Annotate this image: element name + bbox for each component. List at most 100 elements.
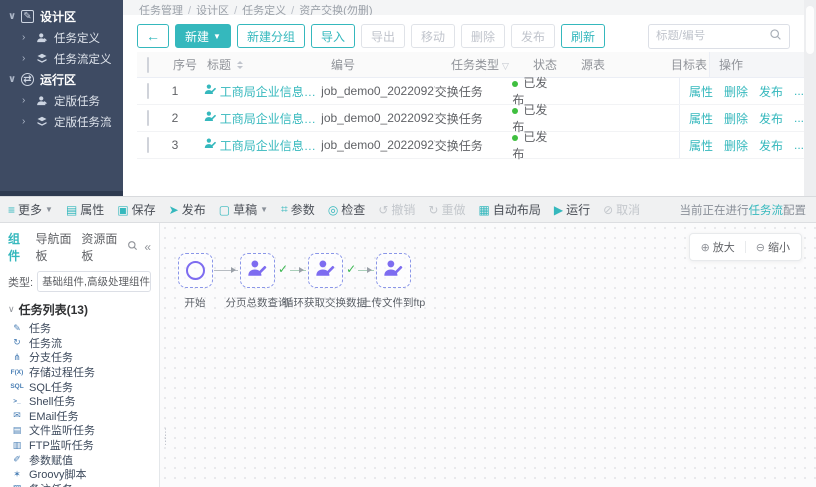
flow-node-start[interactable]: 开始 [176, 253, 214, 288]
task-table: 序号 标题 编号 任务类型▽ 状态 源表 目标表 操作 1 [137, 52, 804, 196]
search-icon[interactable] [769, 28, 782, 44]
component-item-branch[interactable]: ⋔分支任务 [0, 350, 159, 365]
component-item-taskflow[interactable]: ↻任务流 [0, 336, 159, 351]
task-icon [204, 83, 217, 99]
sidebar-item-taskflow-definition[interactable]: › 任务流定义 [0, 48, 123, 69]
flow-edge [214, 253, 238, 288]
task-title-link[interactable]: 工商局企业信息表_demo0_2... [220, 137, 321, 154]
table-row[interactable]: 1 工商局企业信息表_demo0_2... job_demo0_20220927… [137, 78, 804, 105]
publish-flow-button[interactable]: ➤发布 [169, 201, 206, 218]
row-more-link[interactable]: ... [794, 84, 804, 98]
cancel-icon: ⊘ [603, 203, 613, 217]
zoom-in-button[interactable]: ⊕放大 [701, 239, 735, 255]
sidebar-section-run[interactable]: ∨ ⇄ 运行区 [0, 69, 123, 90]
search-icon[interactable] [127, 240, 138, 254]
redo-button[interactable]: ↻重做 [428, 201, 465, 218]
task-title-link[interactable]: 工商局企业信息表_demo0_2... [220, 110, 321, 127]
component-item-param-assign[interactable]: ✐参数赋值 [0, 452, 159, 467]
flow-node-task[interactable]: 上传文件到ftp [374, 253, 412, 288]
row-more-link[interactable]: ... [794, 138, 804, 152]
flow-node-task[interactable]: 分页总数查询 [238, 253, 276, 288]
draft-button[interactable]: ▢草稿▼ [219, 201, 268, 218]
component-item-file-listen[interactable]: ▤文件监听任务 [0, 423, 159, 438]
type-label: 类型: [8, 274, 33, 290]
row-publish-link[interactable]: 发布 [759, 83, 783, 100]
component-item-note[interactable]: ▨备注任务 [0, 482, 159, 487]
run-button[interactable]: ▶运行 [554, 201, 590, 218]
params-button[interactable]: ⌗参数 [281, 201, 315, 218]
auto-layout-icon: ▦ [478, 203, 489, 217]
row-publish-link[interactable]: 发布 [759, 137, 783, 154]
type-select[interactable]: 基础组件,高级处理组件▼ [37, 271, 151, 292]
scrollbar-track[interactable] [804, 0, 816, 196]
properties-button[interactable]: ▤属性 [66, 201, 104, 218]
sidebar-item-released-taskflow[interactable]: › 定版任务流 [0, 111, 123, 132]
search-input[interactable] [656, 30, 769, 42]
sidebar-item-label: 任务定义 [54, 30, 100, 46]
component-item-email[interactable]: ✉EMail任务 [0, 409, 159, 424]
more-button[interactable]: ≡更多▼ [8, 201, 53, 218]
delete-button[interactable]: 删除 [461, 24, 505, 48]
publish-button[interactable]: 发布 [511, 24, 555, 48]
status-dot [512, 108, 518, 114]
back-button[interactable]: ← [137, 24, 169, 48]
row-attr-link[interactable]: 属性 [689, 83, 713, 100]
tab-components[interactable]: 组件 [8, 230, 26, 264]
select-all-checkbox[interactable] [147, 57, 149, 73]
task-icon [204, 110, 217, 126]
sort-icon[interactable] [237, 58, 243, 72]
row-checkbox[interactable] [147, 110, 149, 126]
row-delete-link[interactable]: 删除 [724, 137, 748, 154]
chevron-right-icon: › [22, 32, 34, 43]
zoom-controls: ⊕放大 ⊖缩小 [689, 233, 802, 261]
task-title-link[interactable]: 工商局企业信息表_demo0_2... [220, 83, 321, 100]
flow-node-task[interactable]: 循环获取交换数据 [306, 253, 344, 288]
collapse-panel-icon[interactable]: « [144, 240, 151, 254]
scrollbar-thumb[interactable] [806, 6, 814, 54]
check-button[interactable]: ◎检查 [328, 201, 366, 218]
zoom-out-button[interactable]: ⊖缩小 [756, 239, 790, 255]
task-list-header[interactable]: ∨ 任务列表(13) [0, 296, 159, 321]
component-item-task[interactable]: ✎任务 [0, 321, 159, 336]
row-more-link[interactable]: ... [794, 111, 804, 125]
task-icon [204, 137, 217, 153]
row-delete-link[interactable]: 删除 [724, 83, 748, 100]
row-checkbox[interactable] [147, 137, 149, 153]
filter-icon[interactable]: ▽ [502, 61, 509, 71]
task-list-card: ← 新建▼ 新建分组 导入 导出 移动 删除 发布 刷新 [123, 15, 804, 196]
sidebar-item-released-task[interactable]: › 定版任务 [0, 90, 123, 111]
table-row[interactable]: 3 工商局企业信息表_demo0_2... job_demo0_20220927… [137, 132, 804, 159]
auto-layout-button[interactable]: ▦自动布局 [478, 201, 540, 218]
flow-icon: ↻ [10, 337, 24, 348]
tab-navigation-panel[interactable]: 导航面板 [35, 230, 72, 264]
panel-resize-handle[interactable]: ⋮⋮⋮⋮ [161, 431, 170, 443]
export-button[interactable]: 导出 [361, 24, 405, 48]
row-attr-link[interactable]: 属性 [689, 110, 713, 127]
component-item-sql[interactable]: SQLSQL任务 [0, 379, 159, 394]
row-attr-link[interactable]: 属性 [689, 137, 713, 154]
import-button[interactable]: 导入 [311, 24, 355, 48]
new-button[interactable]: 新建▼ [175, 24, 231, 48]
row-delete-link[interactable]: 删除 [724, 110, 748, 127]
component-item-procedure[interactable]: F(X)存储过程任务 [0, 365, 159, 380]
new-group-button[interactable]: 新建分组 [237, 24, 305, 48]
caret-down-icon: ▼ [45, 205, 53, 214]
undo-button[interactable]: ↺撤销 [378, 201, 415, 218]
component-item-shell[interactable]: >_Shell任务 [0, 394, 159, 409]
tab-resource-panel[interactable]: 资源面板 [81, 230, 118, 264]
component-item-ftp-listen[interactable]: ▥FTP监听任务 [0, 438, 159, 453]
table-row[interactable]: 2 工商局企业信息表_demo0_2... job_demo0_20220927… [137, 105, 804, 132]
task-node-icon [383, 258, 404, 282]
cancel-button[interactable]: ⊘取消 [603, 201, 640, 218]
back-arrow-icon: ← [146, 28, 160, 44]
status-dot [512, 135, 518, 141]
row-checkbox[interactable] [147, 83, 149, 99]
refresh-button[interactable]: 刷新 [561, 24, 605, 48]
sidebar-section-design[interactable]: ∨ ✎ 设计区 [0, 6, 123, 27]
save-button[interactable]: ▣保存 [117, 201, 155, 218]
sidebar-item-task-definition[interactable]: › 任务定义 [0, 27, 123, 48]
row-publish-link[interactable]: 发布 [759, 110, 783, 127]
move-button[interactable]: 移动 [411, 24, 455, 48]
component-item-groovy[interactable]: ✶Groovy脚本 [0, 467, 159, 482]
flow-canvas[interactable]: ⋮⋮⋮⋮ 开始 分页总数查询 ✓ 循环获取交换数据 [160, 223, 816, 487]
